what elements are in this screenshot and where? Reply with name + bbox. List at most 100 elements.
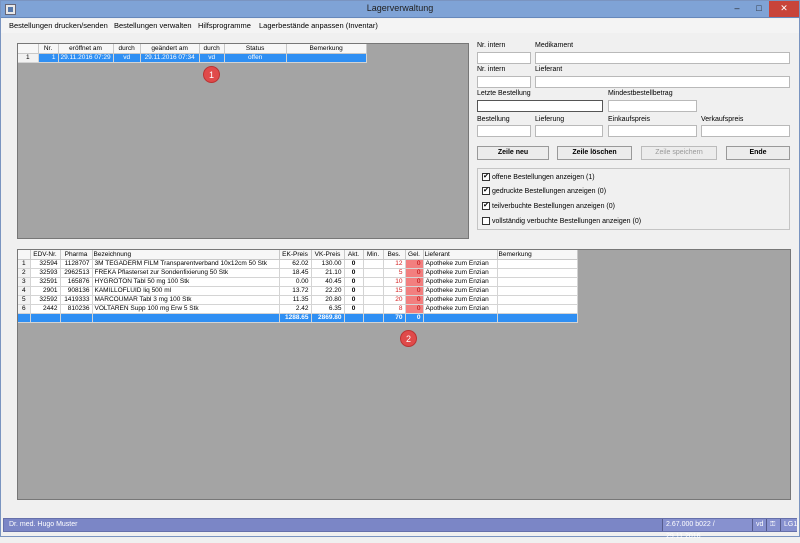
checkbox-teilverbuchte[interactable]: ✔ teilverbuchte Bestellungen anzeigen (0): [482, 202, 615, 213]
orders-col-by[interactable]: durch: [113, 44, 141, 54]
ende-button[interactable]: Ende: [726, 146, 790, 160]
bes[interactable]: 15: [383, 286, 406, 296]
orders-col-nr[interactable]: Nr.: [38, 44, 59, 54]
items-col-gel[interactable]: Gel.: [405, 250, 424, 260]
verkaufspreis-field[interactable]: [701, 125, 790, 137]
items-col-pharma[interactable]: Pharma: [60, 250, 93, 260]
akt: 0: [344, 268, 364, 278]
bes[interactable]: 5: [383, 268, 406, 278]
bezeichnung: MARCOUMAR Tabl 3 mg 100 Stk: [92, 295, 280, 305]
table-row[interactable]: 2 32593 2962513 FREKA Pflasterset zur So…: [18, 268, 578, 278]
order-changed: 29.11.2016 07:34: [140, 53, 200, 63]
checkbox-gedruckte-box[interactable]: ✔: [482, 187, 490, 195]
order-by: vd: [113, 53, 141, 63]
table-row[interactable]: 1 1 29.11.2016 07:29 vd 29.11.2016 07:34…: [18, 53, 367, 63]
nr-intern2-field[interactable]: [477, 76, 531, 88]
mindestbestellbetrag-field[interactable]: [608, 100, 697, 112]
sum-name: [92, 313, 280, 323]
gel[interactable]: 0: [405, 268, 424, 278]
menu-hilfsprogramme[interactable]: Hilfsprogramme: [198, 21, 251, 30]
medikament-field[interactable]: [535, 52, 790, 64]
bes[interactable]: 12: [383, 259, 406, 269]
orders-col-by2[interactable]: durch: [199, 44, 225, 54]
items-col-edv[interactable]: EDV-Nr.: [30, 250, 61, 260]
maximize-button[interactable]: □: [747, 1, 771, 17]
edv-nr: 2442: [30, 304, 61, 314]
title-bar: Lagerverwaltung – □ ✕: [1, 1, 799, 18]
sum-vk: 2869.80: [311, 313, 345, 323]
table-row[interactable]: 3 32591 165876 HYGROTON Tabl 50 mg 100 S…: [18, 277, 578, 287]
nr-intern-field[interactable]: [477, 52, 531, 64]
items-col-akt[interactable]: Akt.: [344, 250, 364, 260]
checkbox-teilverbuchte-box[interactable]: ✔: [482, 202, 490, 210]
order-note: [286, 53, 367, 63]
medikament-label: Medikament: [535, 42, 574, 49]
items-col-bes[interactable]: Bes.: [383, 250, 406, 260]
table-row[interactable]: 6 2442 810236 VOLTAREN Supp 100 mg Erw 5…: [18, 304, 578, 314]
pharma-code: 2962513: [60, 268, 93, 278]
gel[interactable]: 0: [405, 295, 424, 305]
items-col-bemerkung[interactable]: Bemerkung: [497, 250, 578, 260]
orders-col-opened[interactable]: eröffnet am: [58, 44, 114, 54]
bestellung-label: Bestellung: [477, 116, 510, 123]
row-index: 6: [18, 304, 31, 314]
table-row[interactable]: 4 2901 908136 KAMILLOFLUID liq 500 ml 13…: [18, 286, 578, 296]
bezeichnung: VOLTAREN Supp 100 mg Erw 5 Stk: [92, 304, 280, 314]
items-col-min[interactable]: Min.: [363, 250, 384, 260]
ek-preis: 18.45: [279, 268, 312, 278]
minimize-button[interactable]: –: [725, 1, 749, 17]
items-col-lieferant[interactable]: Lieferant: [423, 250, 498, 260]
items-col-ek[interactable]: EK-Preis: [279, 250, 312, 260]
bemerkung: [497, 268, 578, 278]
lieferung-field[interactable]: [535, 125, 603, 137]
checkbox-gedruckte[interactable]: ✔ gedruckte Bestellungen anzeigen (0): [482, 187, 606, 198]
gel[interactable]: 0: [405, 277, 424, 287]
lieferung-label: Lieferung: [535, 116, 565, 123]
menu-bestellungen-verwalten[interactable]: Bestellungen verwalten: [114, 21, 192, 30]
checkbox-vollstaendig-box[interactable]: [482, 217, 490, 225]
zeile-loeschen-button[interactable]: Zeile löschen: [557, 146, 632, 160]
close-button[interactable]: ✕: [769, 1, 799, 17]
menu-bestellungen-drucken[interactable]: Bestellungen drucken/senden: [9, 21, 108, 30]
orders-col-note[interactable]: Bemerkung: [286, 44, 367, 54]
bemerkung: [497, 304, 578, 314]
orders-col-status[interactable]: Status: [224, 44, 287, 54]
checkbox-offene[interactable]: ✔ offene Bestellungen anzeigen (1): [482, 173, 595, 184]
table-row[interactable]: 1 32594 1128707 3M TEGADERM FILM Transpa…: [18, 259, 578, 269]
bes[interactable]: 20: [383, 295, 406, 305]
order-nr: 1: [38, 53, 59, 63]
table-row[interactable]: 5 32592 1419333 MARCOUMAR Tabl 3 mg 100 …: [18, 295, 578, 305]
items-col-vk[interactable]: VK-Preis: [311, 250, 345, 260]
menu-lagerbestaende[interactable]: Lagerbestände anpassen (Inventar): [259, 21, 378, 30]
bezeichnung: KAMILLOFLUID liq 500 ml: [92, 286, 280, 296]
row-index: 3: [18, 277, 31, 287]
items-col-bezeichnung[interactable]: Bezeichnung: [92, 250, 280, 260]
orders-table: Nr. eröffnet am durch geändert am durch …: [18, 44, 367, 63]
bes[interactable]: 8: [383, 304, 406, 314]
zeile-speichern-button[interactable]: Zeile speichern: [641, 146, 717, 160]
bemerkung: [497, 259, 578, 269]
checkbox-offene-box[interactable]: ✔: [482, 173, 490, 181]
lieferant-field[interactable]: [535, 76, 790, 88]
zeile-neu-button[interactable]: Zeile neu: [477, 146, 549, 160]
bes[interactable]: 10: [383, 277, 406, 287]
items-grid[interactable]: EDV-Nr. Pharma Bezeichnung EK-Preis VK-P…: [17, 249, 791, 500]
letzte-bestellung-field[interactable]: [477, 100, 603, 112]
edv-nr: 32594: [30, 259, 61, 269]
items-table: EDV-Nr. Pharma Bezeichnung EK-Preis VK-P…: [18, 250, 578, 323]
checkbox-offene-label: offene Bestellungen anzeigen (1): [492, 173, 595, 181]
gel[interactable]: 0: [405, 259, 424, 269]
bestellung-field[interactable]: [477, 125, 531, 137]
min: [363, 304, 384, 314]
einkaufspreis-field[interactable]: [608, 125, 697, 137]
orders-grid[interactable]: Nr. eröffnet am durch geändert am durch …: [17, 43, 469, 239]
orders-col-changed[interactable]: geändert am: [140, 44, 200, 54]
sum-lieferant: [423, 313, 498, 323]
order-opened: 29.11.2016 07:29: [58, 53, 114, 63]
checkbox-vollstaendig[interactable]: vollständig verbuchte Bestellungen anzei…: [482, 217, 641, 228]
gel[interactable]: 0: [405, 286, 424, 296]
vk-preis: 40.45: [311, 277, 345, 287]
items-col-index: [18, 250, 31, 260]
gel[interactable]: 0: [405, 304, 424, 314]
letzte-bestellung-label: Letzte Bestellung: [477, 90, 531, 97]
